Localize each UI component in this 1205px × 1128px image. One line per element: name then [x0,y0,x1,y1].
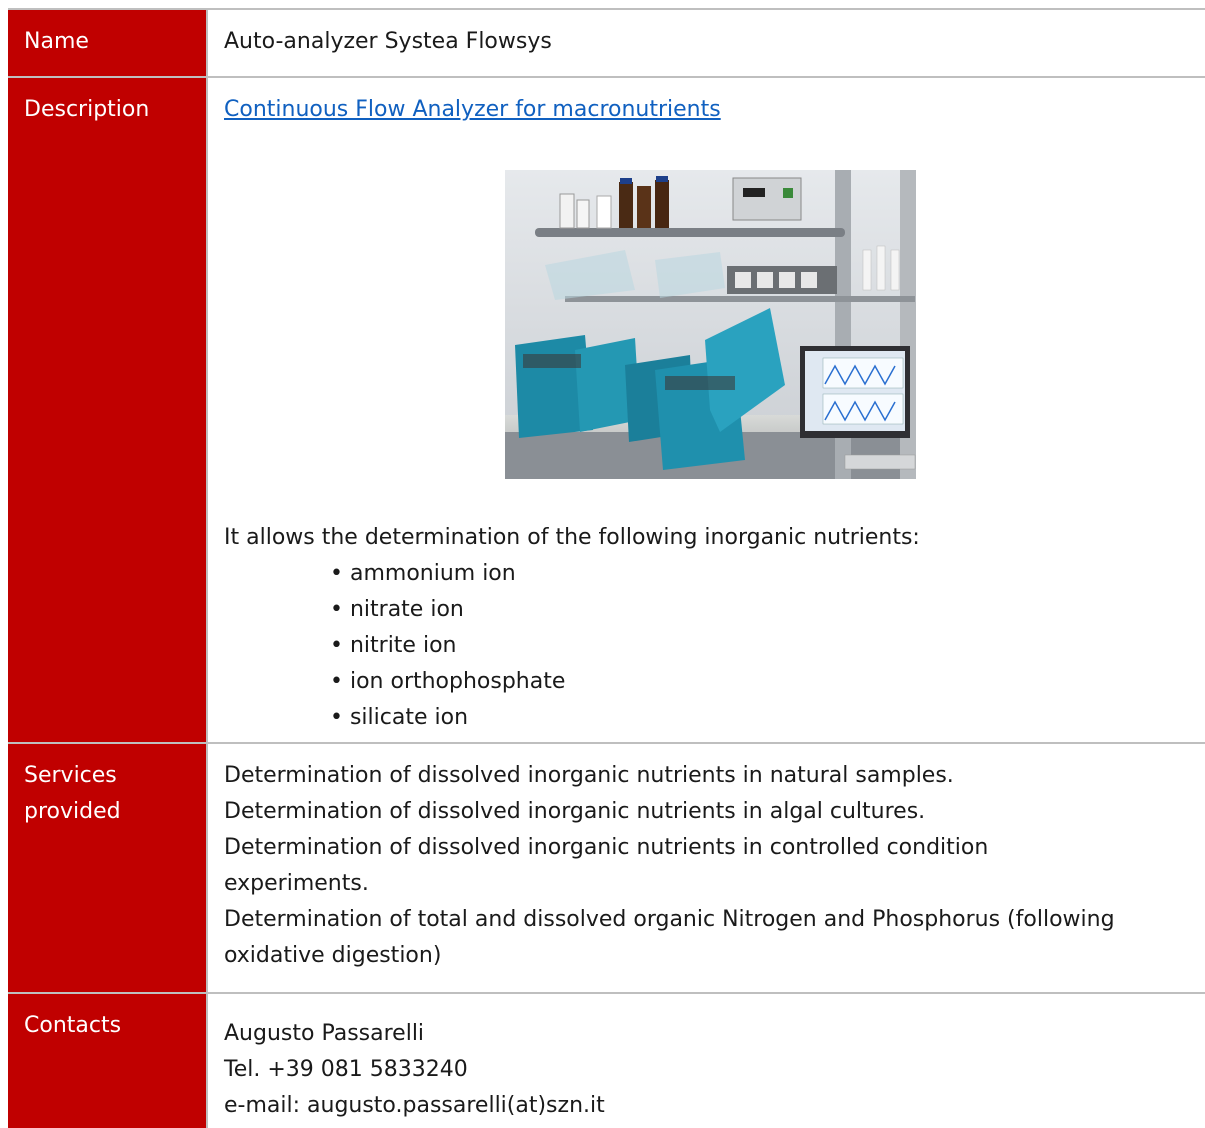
row-name: Name Auto-analyzer Systea Flowsys [8,10,1205,76]
value-services: Determination of dissolved inorganic nut… [208,744,1205,994]
services-line: Determination of total and dissolved org… [224,907,1115,932]
label-services: Services provided [8,744,208,994]
label-description: Description [8,78,208,744]
services-line: Determination of dissolved inorganic nut… [224,799,926,824]
nutrient-list: • ammonium ion • nitrate ion • nitrite i… [224,556,920,736]
services-line: Determination of dissolved inorganic nut… [224,835,989,860]
list-item: • silicate ion [330,705,469,730]
label-contacts: Contacts [8,994,208,1128]
row-contacts: Contacts Augusto Passarelli Tel. +39 081… [8,992,1205,1128]
services-line: oxidative digestion) [224,943,442,968]
value-contacts: Augusto Passarelli Tel. +39 081 5833240 … [208,994,1205,1128]
list-item: • nitrate ion [330,597,464,622]
contact-phone: Tel. +39 081 5833240 [224,1057,468,1082]
row-services: Services provided Determination of disso… [8,742,1205,994]
row-description: Description Continuous Flow Analyzer for… [8,76,1205,744]
services-line: Determination of dissolved inorganic nut… [224,763,954,788]
label-services-line2: provided [24,799,121,824]
list-item: • nitrite ion [330,633,457,658]
list-item: • ion orthophosphate [330,669,566,694]
services-line: experiments. [224,871,369,896]
list-item: • ammonium ion [330,561,516,586]
description-link[interactable]: Continuous Flow Analyzer for macronutrie… [224,97,721,122]
info-table: Name Auto-analyzer Systea Flowsys Descri… [8,8,1205,1128]
label-services-line1: Services [24,763,117,788]
value-name: Auto-analyzer Systea Flowsys [208,10,1205,76]
description-intro: It allows the determination of the follo… [224,525,920,550]
value-description: Continuous Flow Analyzer for macronutrie… [208,78,1205,744]
analyzer-photo [505,170,916,479]
label-name: Name [8,10,208,76]
contact-name: Augusto Passarelli [224,1021,425,1046]
contact-email: e-mail: augusto.passarelli(at)szn.it [224,1093,605,1118]
